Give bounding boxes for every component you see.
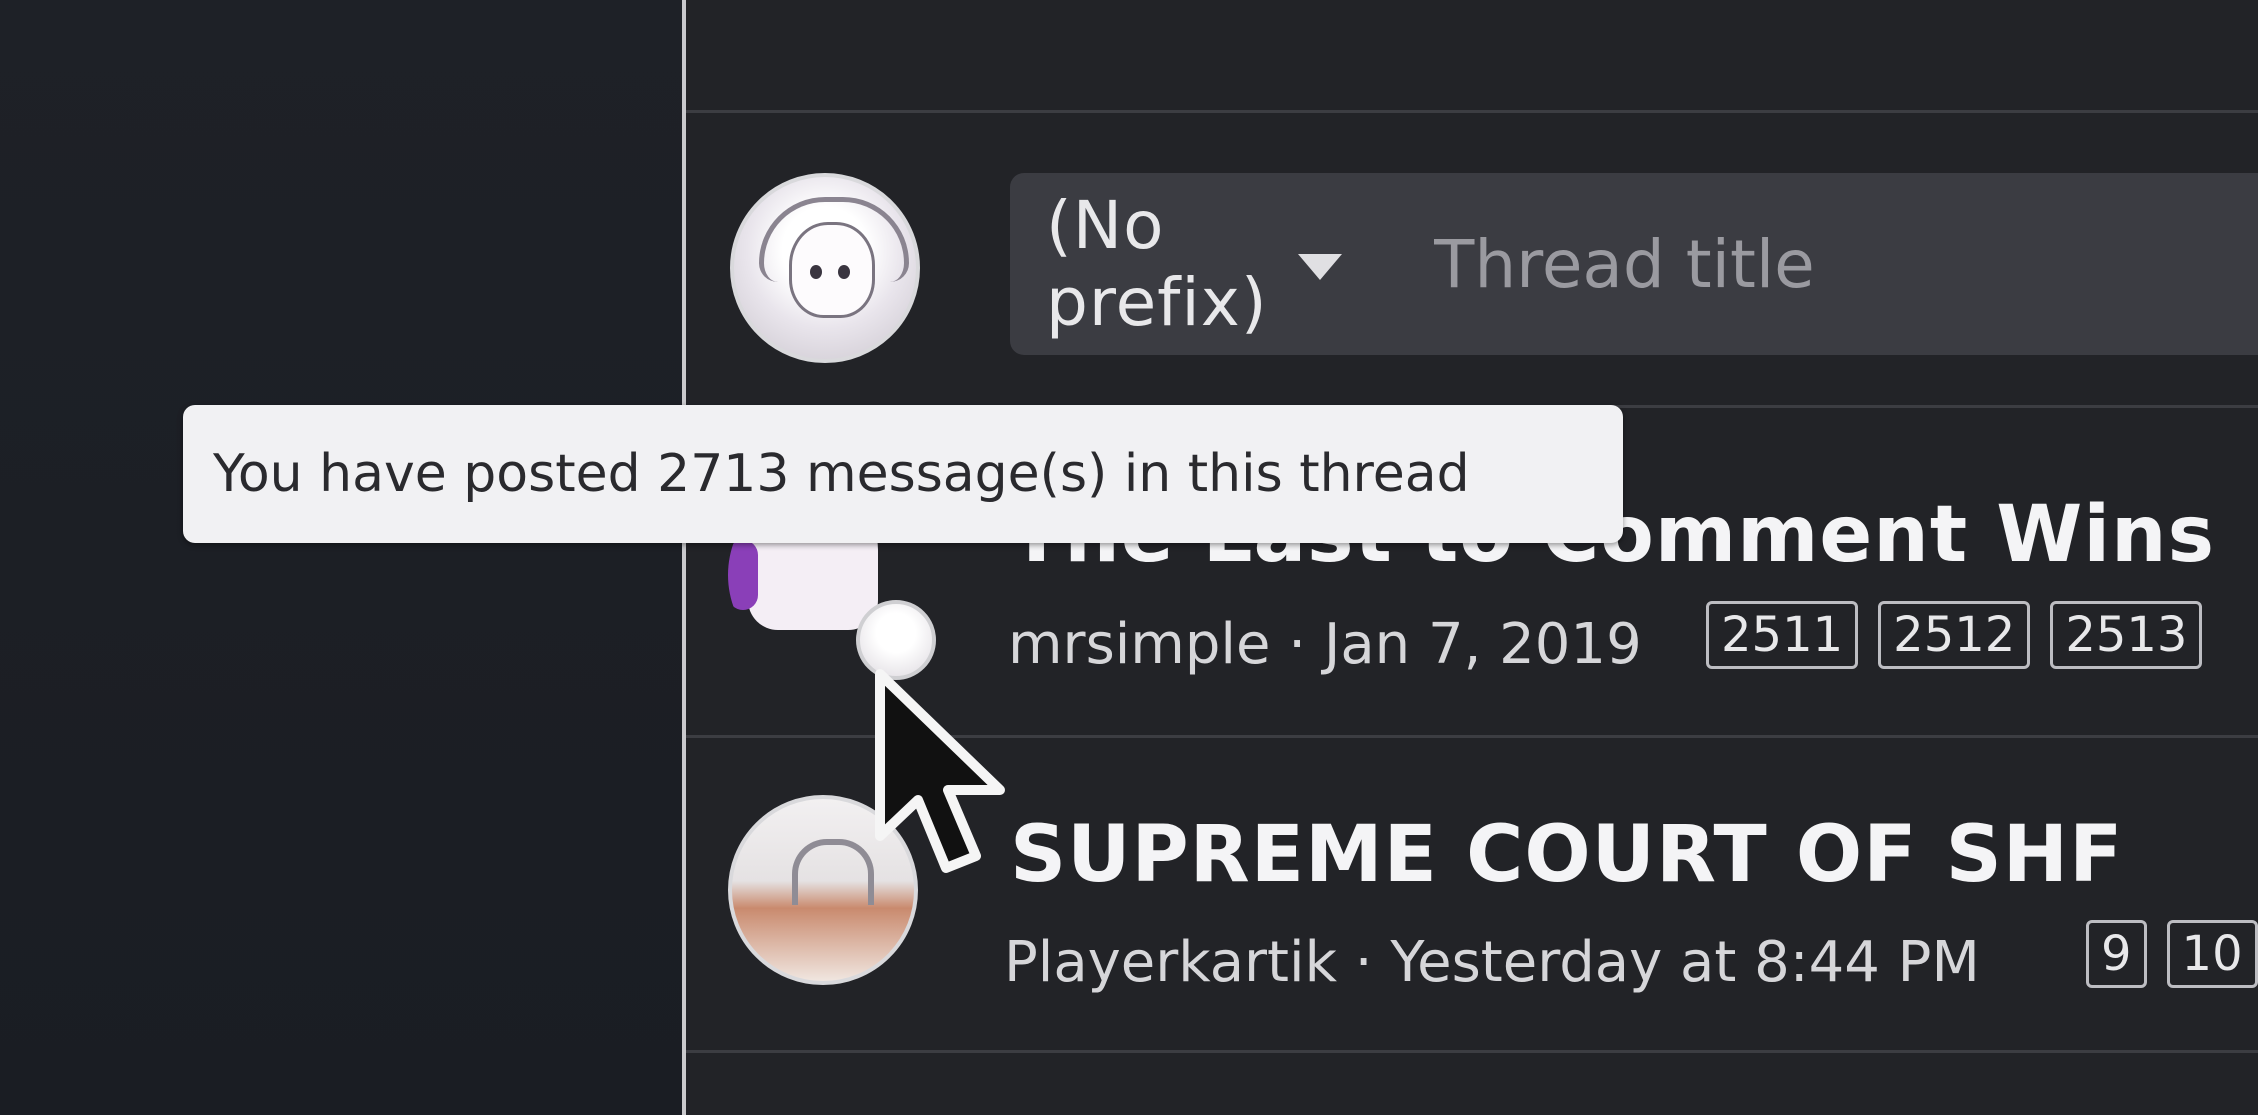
page-link[interactable]: 2513: [2050, 601, 2203, 670]
prefix-label: (No prefix): [1046, 187, 1268, 341]
participation-tooltip: You have posted 2713 message(s) in this …: [183, 405, 1623, 543]
page-link[interactable]: 2512: [1878, 601, 2031, 670]
quick-thread-bar: (No prefix): [1010, 173, 2258, 355]
dropdown-caret-icon: [1298, 254, 1342, 280]
left-panel: [0, 0, 682, 1115]
divider: [686, 110, 2258, 113]
page-link[interactable]: 2511: [1706, 601, 1859, 670]
thread-title-input[interactable]: [1432, 224, 2258, 304]
page-link[interactable]: 10: [2166, 920, 2258, 989]
thread-meta: Playerkartik · Yesterday at 8:44 PM: [1004, 930, 1980, 995]
user-avatar[interactable]: [730, 173, 920, 363]
prefix-dropdown[interactable]: (No prefix): [1046, 187, 1342, 341]
thread-title-link[interactable]: SUPREME COURT OF SHF: [1010, 810, 2123, 900]
mouse-pointer-icon: [875, 669, 1005, 873]
divider: [686, 1050, 2258, 1053]
thread-meta: mrsimple · Jan 7, 2019: [1008, 612, 1642, 677]
page-jump-list: 2511 2512 2513: [1706, 601, 2203, 670]
page-jump-list: 9 10: [2086, 920, 2258, 989]
page-link[interactable]: 9: [2086, 920, 2147, 989]
